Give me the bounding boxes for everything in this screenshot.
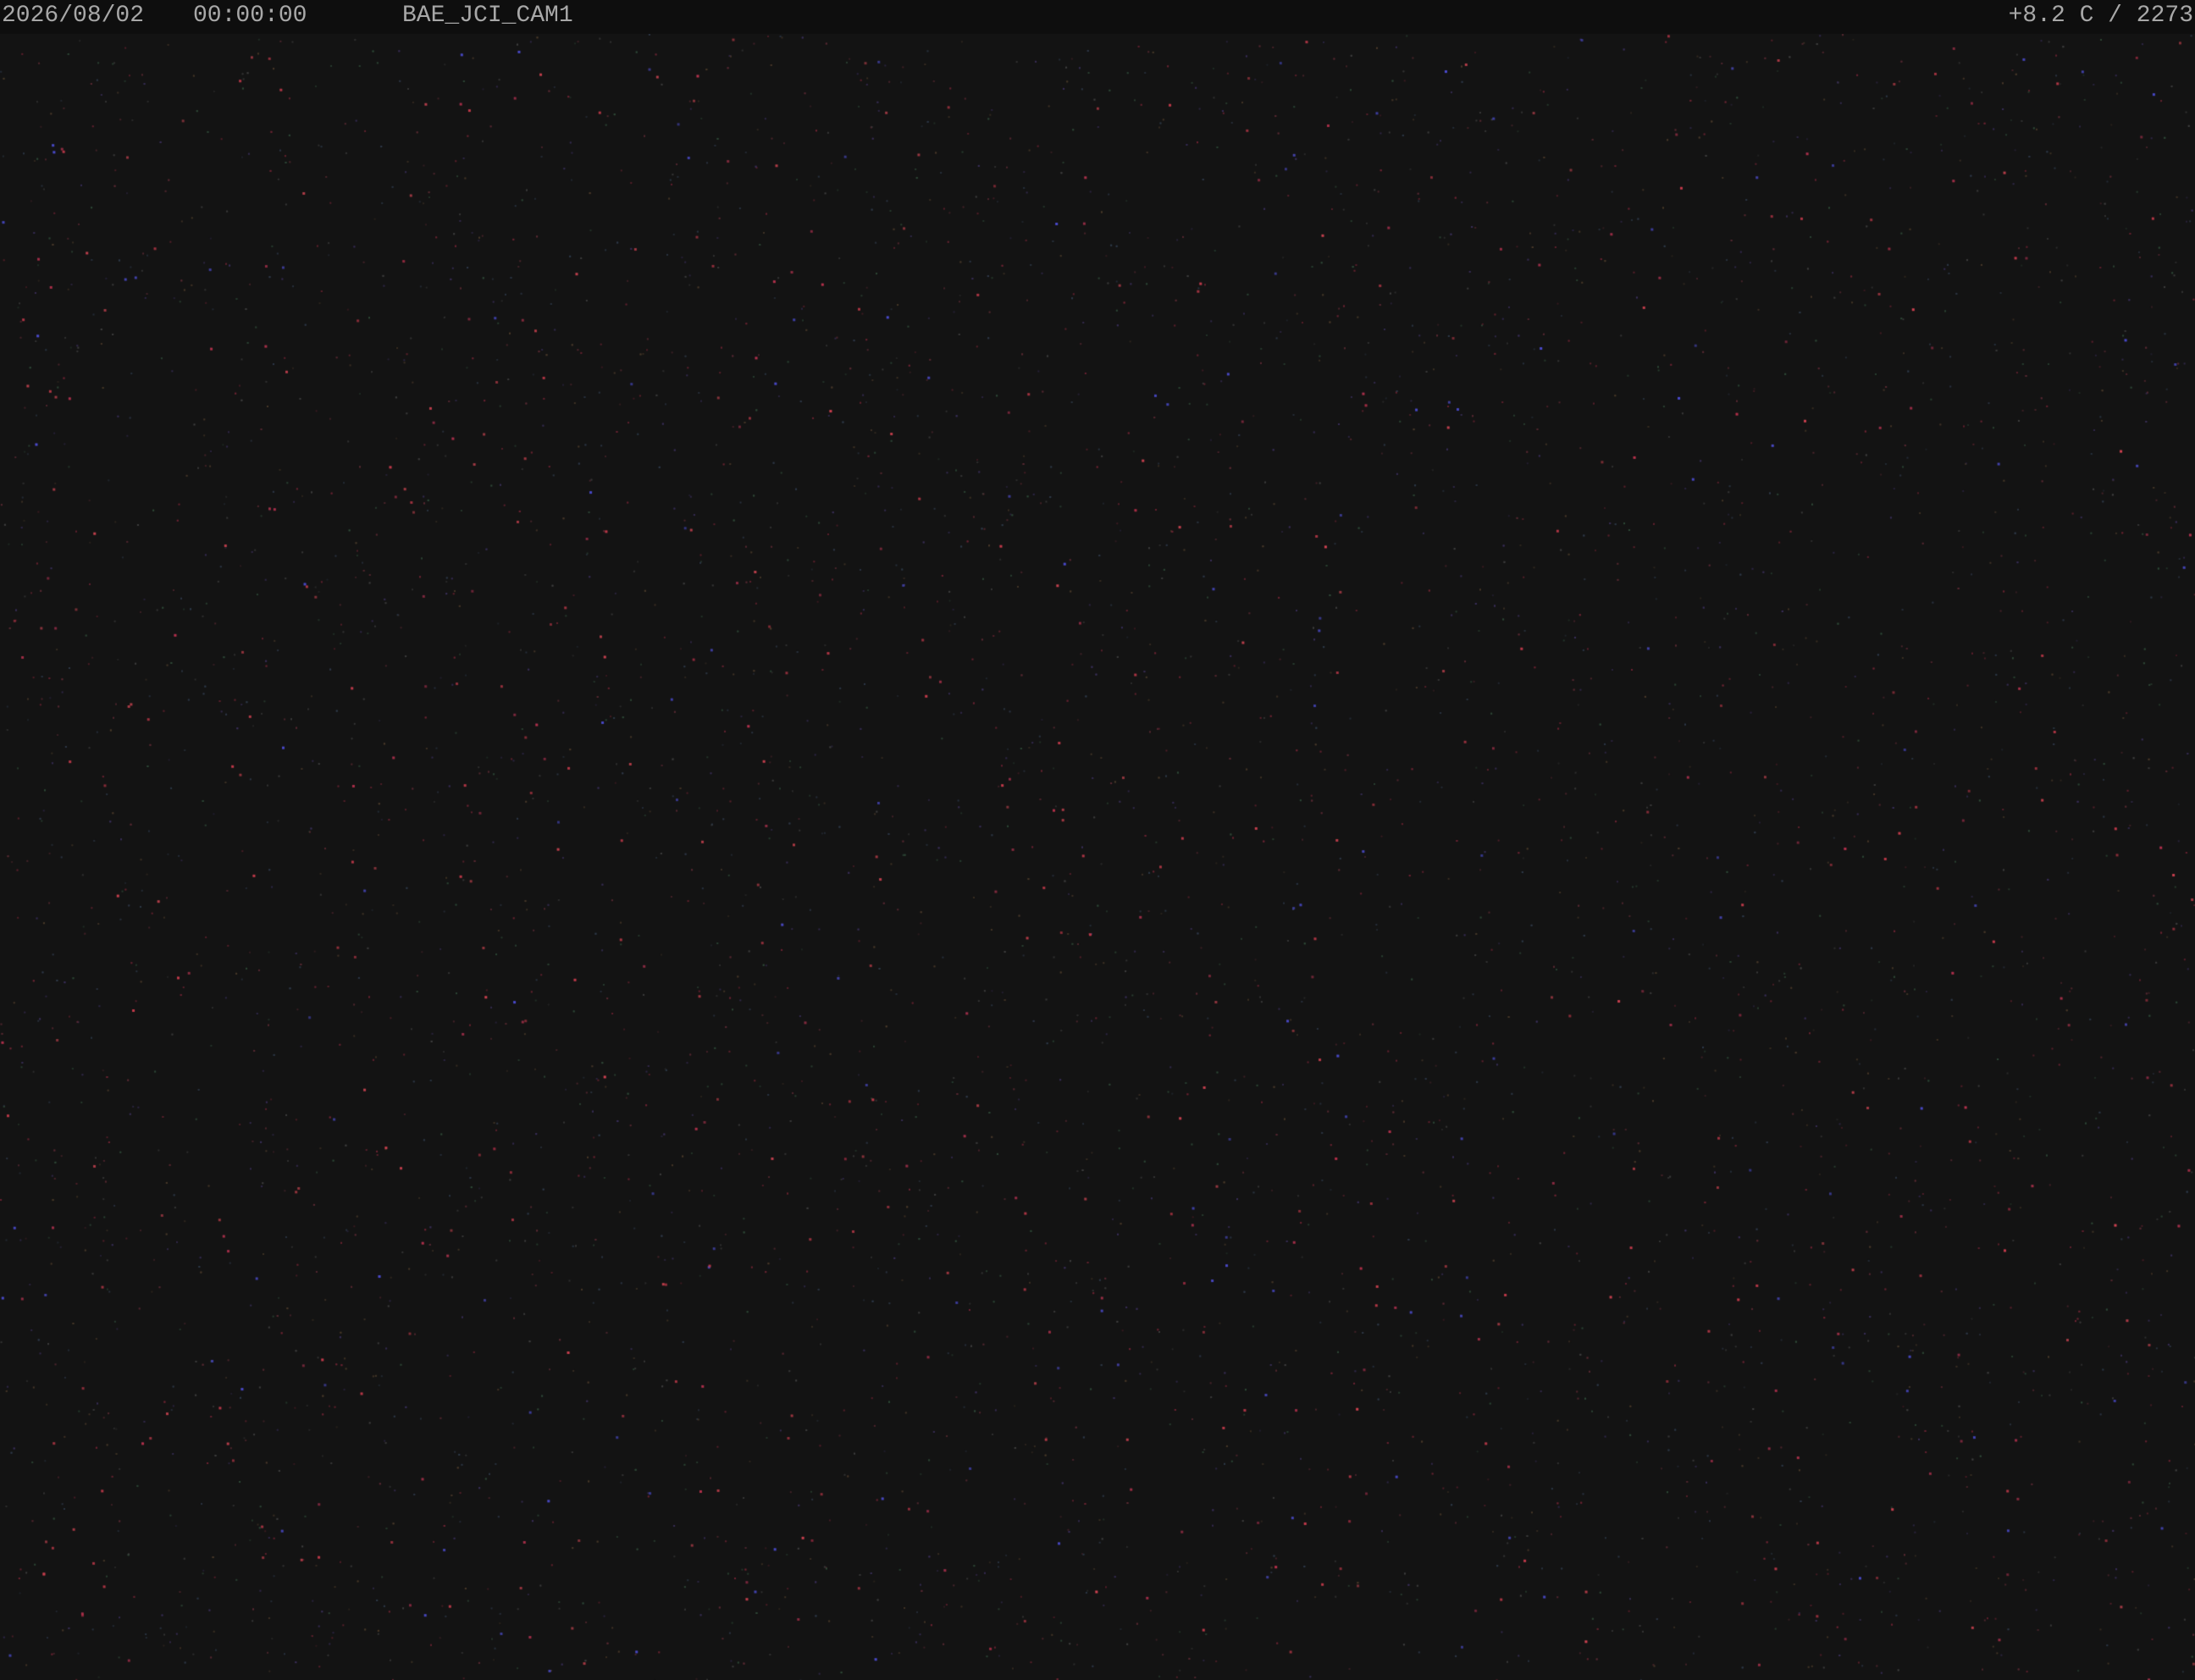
osd-camera-name: BAE_JCI_CAM1	[402, 3, 573, 29]
osd-time: 00:00:00	[193, 3, 307, 29]
sensor-noise-image	[0, 0, 2195, 1680]
osd-status: +8.2 C / 2273	[2008, 3, 2193, 29]
camera-feed: 2026/08/02 00:00:00 BAE_JCI_CAM1 +8.2 C …	[0, 0, 2195, 1680]
osd-date: 2026/08/02	[2, 3, 145, 29]
osd-bar: 2026/08/02 00:00:00 BAE_JCI_CAM1 +8.2 C …	[0, 0, 2195, 34]
